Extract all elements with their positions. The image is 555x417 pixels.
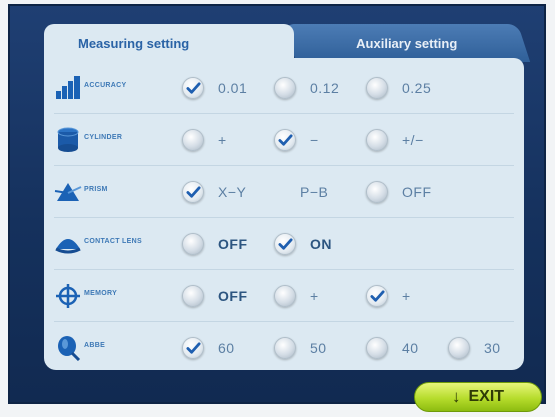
option-prism-1[interactable]: X−Y — [182, 178, 246, 206]
checkmark-icon — [369, 289, 385, 302]
radio-button[interactable] — [366, 337, 388, 359]
option-accuracy-2[interactable]: 0.12 — [274, 74, 339, 102]
option-memory-3[interactable]: + — [366, 282, 411, 310]
radio-button[interactable] — [274, 129, 296, 151]
option-label: 60 — [218, 340, 235, 356]
row-label-cylinder: CYLINDER — [84, 134, 123, 141]
radio-button[interactable] — [274, 233, 296, 255]
option-accuracy-1[interactable]: 0.01 — [182, 74, 247, 102]
accuracy-bars-icon — [56, 76, 80, 99]
option-abbe-2[interactable]: 50 — [274, 334, 327, 362]
row-label-abbe: ABBE — [84, 342, 106, 349]
option-label: ON — [310, 236, 332, 252]
radio-button[interactable] — [366, 285, 388, 307]
checkmark-icon — [185, 185, 201, 198]
checkmark-icon — [185, 341, 201, 354]
option-prism-2[interactable]: P−B — [274, 178, 328, 206]
option-label: − — [310, 132, 319, 148]
down-arrow-icon: ↓ — [451, 387, 461, 406]
option-abbe-4[interactable]: 30 — [448, 334, 501, 362]
setting-row-abbe: ABBE 60 50 40 30 — [44, 322, 524, 374]
exit-button[interactable]: ↓ EXIT — [414, 382, 542, 412]
radio-button[interactable] — [274, 77, 296, 99]
exit-label: EXIT — [468, 388, 505, 405]
option-label: 0.25 — [402, 80, 432, 96]
option-label: 0.01 — [218, 80, 248, 96]
option-abbe-1[interactable]: 60 — [182, 334, 235, 362]
device-frame: Auxiliary setting Measuring setting ACCU… — [0, 0, 555, 417]
option-label: + — [218, 132, 227, 148]
prism-icon — [54, 183, 82, 201]
option-label: 30 — [484, 340, 501, 356]
radio-button[interactable] — [366, 129, 388, 151]
row-label-contact-lens: CONTACT LENS — [84, 238, 142, 245]
radio-button[interactable] — [366, 77, 388, 99]
setting-row-cylinder: CYLINDER + − +/− — [44, 114, 524, 166]
option-label: 0.12 — [310, 80, 340, 96]
option-cylinder-2[interactable]: − — [274, 126, 319, 154]
crosshair-icon — [56, 284, 80, 308]
option-abbe-3[interactable]: 40 — [366, 334, 419, 362]
option-label: P−B — [300, 184, 329, 200]
radio-button[interactable] — [182, 337, 204, 359]
tab-bar: Auxiliary setting Measuring setting — [44, 24, 531, 62]
checkmark-icon — [277, 133, 293, 146]
row-label-memory: MEMORY — [84, 290, 118, 297]
tab-auxiliary-label: Auxiliary setting — [356, 35, 458, 51]
tab-measuring-label: Measuring setting — [78, 35, 190, 51]
option-prism-3[interactable]: OFF — [366, 178, 432, 206]
option-label: X−Y — [218, 184, 247, 200]
option-cylinder-1[interactable]: + — [182, 126, 227, 154]
contact-lens-icon — [55, 239, 81, 254]
checkmark-icon — [277, 237, 293, 250]
setting-row-prism: PRISM X−Y P−B OFF — [44, 166, 524, 218]
option-label: +/− — [402, 132, 424, 148]
checkmark-icon — [185, 81, 201, 94]
radio-button[interactable] — [182, 233, 204, 255]
row-label-accuracy: ACCURACY — [84, 82, 127, 89]
option-contact-lens-2[interactable]: ON — [274, 230, 332, 258]
tab-measuring-setting[interactable]: Measuring setting — [44, 24, 294, 62]
option-label: + — [402, 288, 411, 304]
screen: Auxiliary setting Measuring setting ACCU… — [8, 4, 546, 412]
settings-panel: ACCURACY 0.01 0.12 0.25 CYLINDER + − +/−… — [44, 58, 524, 370]
radio-button[interactable] — [274, 337, 296, 359]
tab-auxiliary-setting[interactable]: Auxiliary setting — [283, 24, 531, 62]
radio-button[interactable] — [366, 181, 388, 203]
option-label: OFF — [218, 236, 248, 252]
cylinder-icon — [57, 127, 79, 152]
lens-icon — [58, 336, 81, 361]
option-label: 40 — [402, 340, 419, 356]
option-cylinder-3[interactable]: +/− — [366, 126, 424, 154]
option-accuracy-3[interactable]: 0.25 — [366, 74, 431, 102]
setting-row-memory: MEMORY OFF + + — [44, 270, 524, 322]
radio-button[interactable] — [274, 285, 296, 307]
radio-button[interactable] — [448, 337, 470, 359]
radio-button[interactable] — [182, 181, 204, 203]
setting-row-contact-lens: CONTACT LENS OFF ON — [44, 218, 524, 270]
option-label: OFF — [402, 184, 432, 200]
radio-button[interactable] — [182, 129, 204, 151]
radio-button[interactable] — [182, 77, 204, 99]
option-label: + — [310, 288, 319, 304]
option-label: OFF — [218, 288, 248, 304]
option-contact-lens-1[interactable]: OFF — [182, 230, 248, 258]
setting-row-accuracy: ACCURACY 0.01 0.12 0.25 — [44, 62, 524, 114]
option-memory-2[interactable]: + — [274, 282, 319, 310]
option-memory-1[interactable]: OFF — [182, 282, 248, 310]
option-label: 50 — [310, 340, 327, 356]
radio-button[interactable] — [182, 285, 204, 307]
row-label-prism: PRISM — [84, 186, 108, 193]
